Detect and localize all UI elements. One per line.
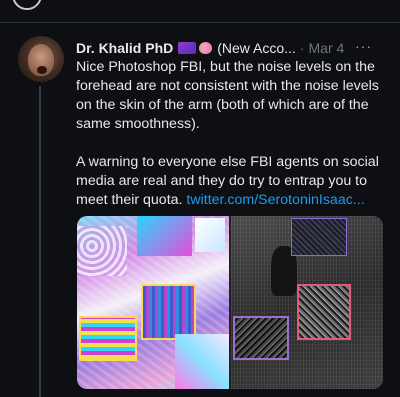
tweet-media[interactable] — [77, 216, 383, 389]
noise-region — [77, 226, 127, 276]
highlight-box — [79, 316, 137, 361]
tweet-paragraph-2: A warning to everyone else FBI agents on… — [76, 153, 386, 210]
highlight-box — [291, 218, 347, 256]
noise-region — [195, 218, 225, 252]
tweet-body: Nice Photoshop FBI, but the noise levels… — [76, 58, 386, 210]
avatar[interactable] — [18, 36, 64, 82]
highlight-box — [141, 284, 196, 340]
tweet-date[interactable]: Mar 4 — [309, 40, 345, 56]
thread-line — [39, 86, 41, 397]
previous-tweet-strip — [0, 0, 400, 23]
separator-dot: · — [299, 40, 305, 56]
highlight-box — [233, 316, 289, 360]
noise-region — [137, 216, 192, 256]
user-handle[interactable]: (New Acco... — [217, 40, 296, 56]
tweet-paragraph-1: Nice Photoshop FBI, but the noise levels… — [76, 59, 379, 132]
media-image-right-noise[interactable] — [231, 216, 383, 389]
avatar-mouth — [37, 66, 47, 74]
quoted-link[interactable]: twitter.com/SerotoninIsaac... — [186, 192, 364, 208]
purple-flag-emoji-icon — [178, 42, 197, 54]
previous-avatar[interactable] — [12, 0, 42, 10]
brain-emoji-icon — [199, 42, 213, 54]
media-image-left-ela[interactable] — [77, 216, 229, 389]
display-name[interactable]: Dr. Khalid PhD — [76, 40, 173, 56]
more-options-icon[interactable]: ··· — [355, 38, 372, 54]
noise-region — [175, 334, 229, 389]
highlight-box — [297, 284, 351, 340]
tweet-header: Dr. Khalid PhD (New Acco... · Mar 4 ··· — [76, 38, 386, 58]
